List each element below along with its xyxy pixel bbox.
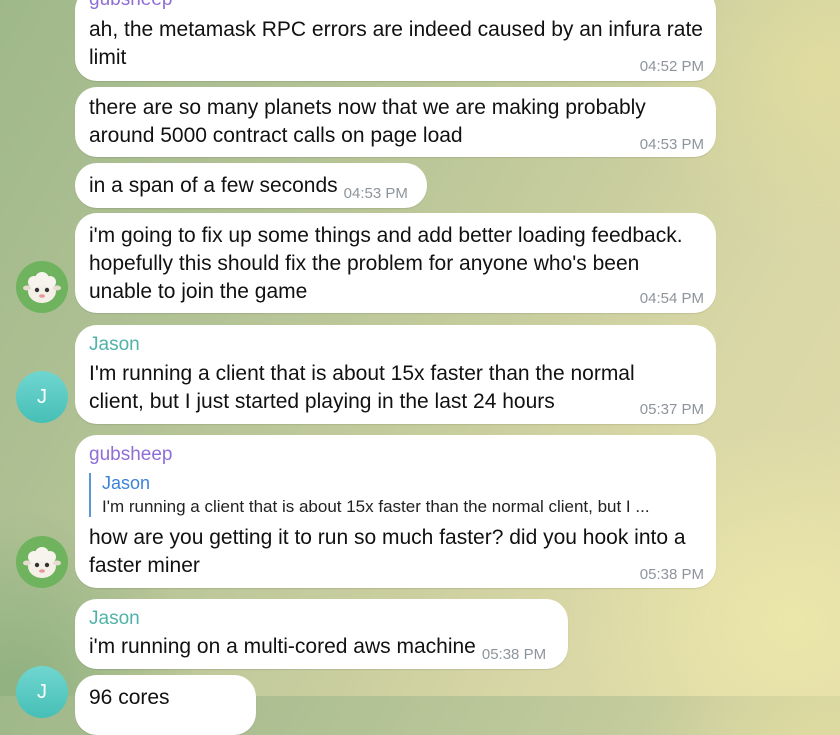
message-text: i'm running on a multi-cored aws machine… (89, 633, 546, 669)
sheep-icon (23, 547, 61, 578)
message-bubble[interactable]: there are so many planets now that we ar… (75, 87, 716, 157)
message-time: 04:54 PM (639, 290, 704, 307)
message-bubble[interactable]: i'm going to fix up some things and add … (75, 213, 716, 313)
message-text: i'm going to fix up some things and add … (89, 224, 683, 303)
gubsheep-avatar[interactable] (16, 261, 68, 313)
message-time: 05:38 PM (639, 566, 704, 583)
message-bubble[interactable]: in a span of a few seconds 04:53 PM (75, 163, 427, 208)
message-bubble[interactable]: gubsheep ah, the metamask RPC errors are… (75, 0, 716, 81)
chat-screen: { "messages": [ { "sender": "gubsheep", … (0, 0, 840, 735)
message-text-content: in a span of a few seconds (89, 174, 338, 197)
message-text: ah, the metamask RPC errors are indeed c… (89, 18, 703, 69)
jason-avatar[interactable]: J (16, 371, 68, 423)
message-time: 04:52 PM (639, 58, 704, 75)
message-text: I'm running a client that is about 15x f… (89, 362, 635, 413)
message-time: 05:37 PM (639, 401, 704, 418)
message-text-content: i'm running on a multi-cored aws machine (89, 635, 476, 658)
message-text: how are you getting it to run so much fa… (89, 526, 686, 577)
message-time: 05:38 PM (481, 646, 547, 663)
message-text: 96 cores (89, 686, 170, 709)
message-bubble[interactable]: Jason I'm running a client that is about… (75, 325, 716, 424)
sheep-icon (23, 272, 61, 303)
reply-preview-text: I'm running a client that is about 15x f… (102, 497, 650, 516)
sender-name[interactable]: gubsheep (89, 0, 172, 11)
message-bubble[interactable]: gubsheep Jason I'm running a client that… (75, 435, 716, 588)
message-bubble[interactable]: 96 cores (75, 675, 256, 735)
sender-name[interactable]: Jason (89, 334, 140, 356)
reply-quote[interactable]: Jason I'm running a client that is about… (89, 473, 706, 517)
sender-name[interactable]: Jason (89, 608, 140, 630)
message-time: 04:53 PM (639, 136, 704, 153)
message-bubble[interactable]: Jason i'm running on a multi-cored aws m… (75, 599, 568, 669)
message-text: in a span of a few seconds 04:53 PM (89, 172, 408, 208)
message-time: 04:53 PM (343, 185, 408, 202)
jason-avatar[interactable]: J (16, 666, 68, 718)
gubsheep-avatar[interactable] (16, 536, 68, 588)
reply-sender-name: Jason (102, 473, 151, 493)
sender-name[interactable]: gubsheep (89, 444, 172, 466)
message-text: there are so many planets now that we ar… (89, 96, 646, 147)
